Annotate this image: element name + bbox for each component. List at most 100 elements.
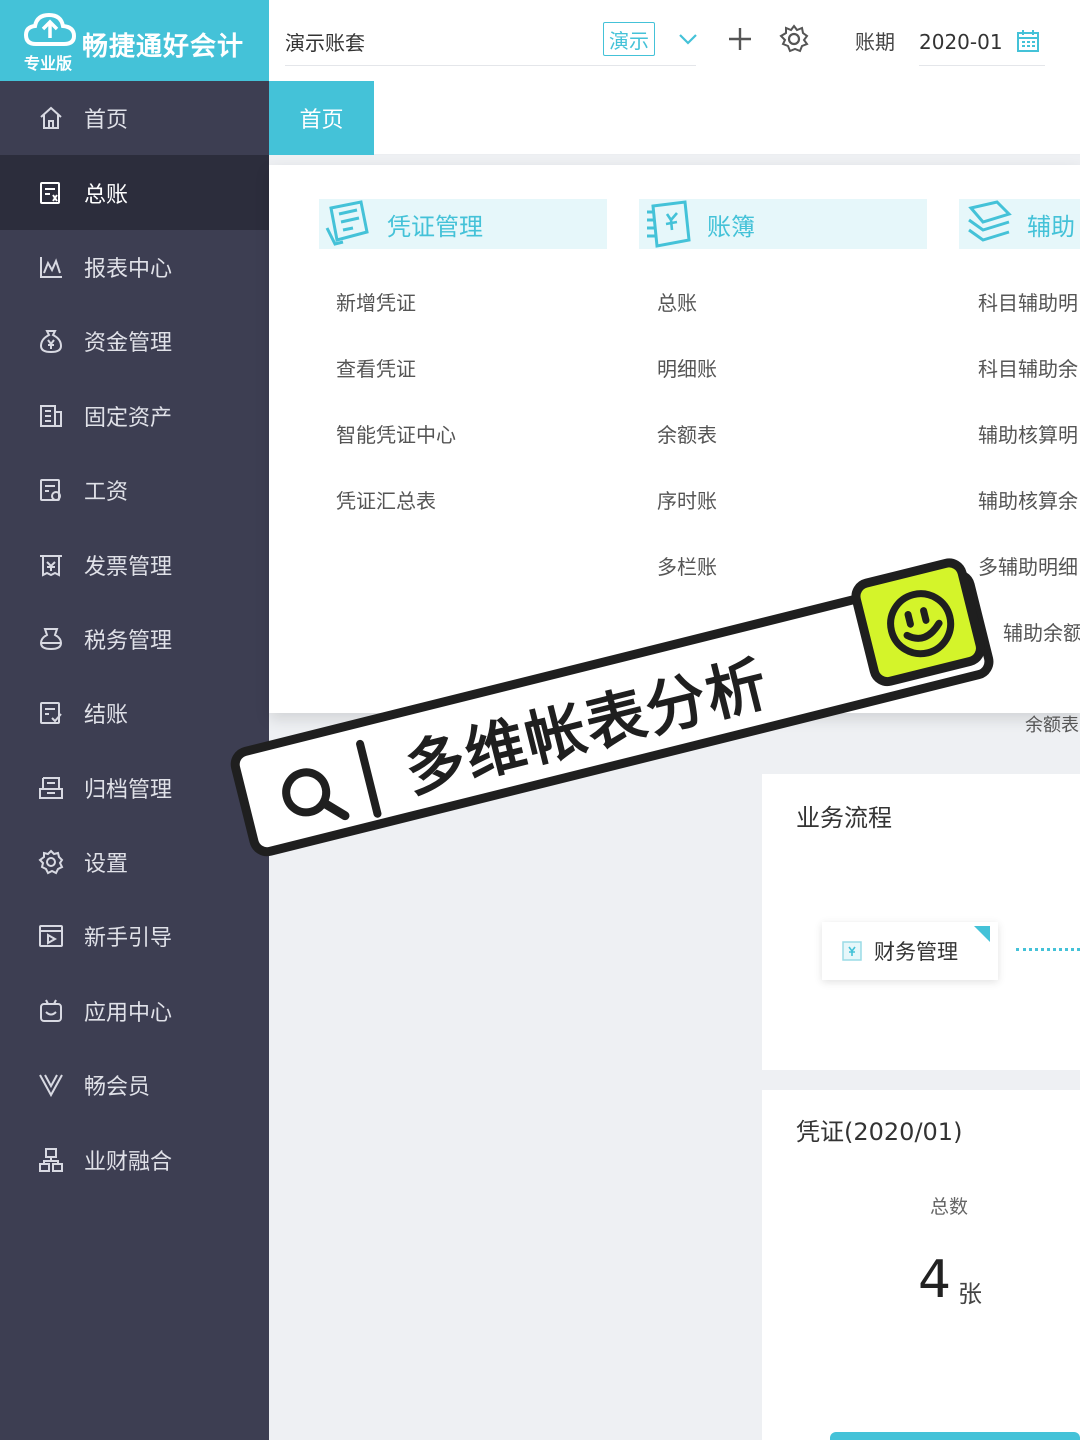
book-icon	[647, 200, 691, 248]
tab-bar: 首页	[269, 81, 1080, 155]
sidebar-item-label: 新手引导	[84, 926, 173, 952]
menu-item-balance-sheet[interactable]: 余额表	[657, 419, 717, 448]
sidebar-item-close-books[interactable]: 结账	[0, 676, 269, 750]
sidebar-item-tax[interactable]: 税务管理	[0, 602, 269, 676]
sidebar-item-label: 畅会员	[84, 1075, 151, 1101]
add-icon[interactable]	[723, 22, 757, 56]
menu-head-label: 凭证管理	[387, 212, 483, 241]
sidebar-item-label: 工资	[84, 480, 129, 506]
voucher-total-unit: 张	[958, 1280, 982, 1308]
tax-icon	[36, 624, 66, 654]
voucher-icon	[325, 200, 369, 246]
voucher-action-bar[interactable]	[830, 1432, 1080, 1440]
menu-item-aux-calc-detail[interactable]: 辅助核算明	[978, 419, 1078, 448]
menu-head-voucher: 凭证管理	[319, 199, 607, 249]
tab-home[interactable]: 首页	[269, 81, 374, 155]
voucher-total-value: 4	[918, 1250, 952, 1310]
sidebar-item-invoices[interactable]: 发票管理	[0, 527, 269, 601]
sidebar-item-label: 报表中心	[84, 256, 173, 282]
flow-node-label: 财务管理	[874, 940, 958, 964]
app-logo[interactable]: 畅捷通好会计 专业版	[0, 0, 269, 81]
calendar-icon[interactable]	[1015, 28, 1041, 54]
period-value: 2020-01	[919, 29, 1003, 54]
period-label: 账期	[855, 30, 895, 54]
sidebar-item-home[interactable]: 首页	[0, 81, 269, 155]
menu-item-view-voucher[interactable]: 查看凭证	[336, 353, 416, 382]
sidebar: 畅捷通好会计 专业版 首页 总账 报表中心 资金管理 固定资产 工资 发票管理 …	[0, 0, 269, 1440]
banner-divider	[355, 739, 383, 819]
menu-head-auxiliary: 辅助	[959, 199, 1080, 249]
sidebar-item-label: 结账	[84, 703, 129, 729]
flow-node-finance[interactable]: 财务管理	[822, 922, 998, 980]
menu-item-journal[interactable]: 序时账	[657, 485, 717, 514]
sidebar-item-label: 设置	[84, 852, 129, 878]
menu-head-books: 账簿	[639, 199, 927, 249]
menu-col-voucher: 凭证管理	[319, 199, 607, 249]
demo-tag: 演示	[603, 22, 655, 56]
menu-item-new-voucher[interactable]: 新增凭证	[336, 287, 416, 316]
sidebar-item-label: 税务管理	[84, 628, 173, 654]
menu-col-auxiliary: 辅助	[959, 199, 1080, 249]
cloud-logo-icon	[23, 12, 77, 46]
sidebar-item-salary[interactable]: 工资	[0, 453, 269, 527]
app-icon	[36, 996, 66, 1026]
sidebar-item-funds[interactable]: 资金管理	[0, 304, 269, 378]
ledger-icon	[36, 178, 66, 208]
sidebar-item-guide[interactable]: 新手引导	[0, 899, 269, 973]
salary-icon	[36, 475, 66, 505]
sidebar-item-business-finance[interactable]: 业财融合	[0, 1122, 269, 1196]
menu-item-general-ledger[interactable]: 总账	[657, 287, 697, 316]
sidebar-item-label: 应用中心	[84, 1000, 173, 1026]
invoice-icon	[36, 550, 66, 580]
sidebar-item-label: 归档管理	[84, 777, 173, 803]
menu-col-books: 账簿	[639, 199, 927, 249]
search-icon	[282, 768, 350, 821]
sidebar-item-archive[interactable]: 归档管理	[0, 751, 269, 825]
sidebar-item-vip[interactable]: 畅会员	[0, 1048, 269, 1122]
menu-item-aux-balance[interactable]: 科目辅助余	[978, 353, 1078, 382]
menu-item-smart-voucher[interactable]: 智能凭证中心	[336, 419, 456, 448]
menu-item-aux-detail[interactable]: 科目辅助明	[978, 287, 1078, 316]
smiley-icon	[887, 590, 955, 658]
sidebar-item-settings[interactable]: 设置	[0, 825, 269, 899]
sidebar-item-label: 发票管理	[84, 554, 173, 580]
menu-item-aux-balance-2[interactable]: 辅助余额	[1003, 617, 1080, 646]
chevron-down-icon[interactable]	[677, 28, 699, 50]
sidebar-item-label: 总账	[84, 182, 129, 208]
menu-item-balance-table[interactable]: 余额表	[1025, 711, 1079, 737]
menu-item-voucher-summary[interactable]: 凭证汇总表	[336, 485, 436, 514]
business-flow-title: 业务流程	[796, 804, 892, 832]
menu-item-multi-column[interactable]: 多栏账	[657, 551, 717, 580]
money-bag-icon	[36, 326, 66, 356]
sidebar-item-app-center[interactable]: 应用中心	[0, 974, 269, 1048]
chart-icon	[36, 252, 66, 282]
menu-item-multi-aux-detail[interactable]: 多辅助明细	[978, 551, 1078, 580]
menu-item-aux-calc-balance[interactable]: 辅助核算余	[978, 485, 1078, 514]
edition-label: 专业版	[24, 54, 73, 73]
layers-icon	[968, 200, 1012, 242]
menu-head-label: 账簿	[707, 212, 755, 241]
archive-icon	[36, 773, 66, 803]
gear-icon	[36, 847, 66, 877]
play-icon	[36, 921, 66, 951]
sidebar-item-fixed-assets[interactable]: 固定资产	[0, 379, 269, 453]
account-book-select[interactable]: 演示账套 演示	[285, 18, 699, 66]
gear-icon[interactable]	[777, 22, 811, 56]
flow-connector	[1016, 948, 1080, 951]
menu-item-detail-ledger[interactable]: 明细账	[657, 353, 717, 382]
voucher-title: 凭证(2020/01)	[796, 1118, 963, 1146]
sidebar-item-reports[interactable]: 报表中心	[0, 230, 269, 304]
vip-icon	[36, 1070, 66, 1100]
close-books-icon	[36, 698, 66, 728]
top-bar: 演示账套 演示 账期 2020-01	[269, 0, 1080, 81]
finance-doc-icon	[842, 941, 862, 961]
brand-name: 畅捷通好会计	[82, 32, 245, 62]
sidebar-item-label: 固定资产	[84, 405, 173, 431]
org-icon	[36, 1145, 66, 1175]
flow-node-corner	[974, 926, 990, 942]
sidebar-item-ledger[interactable]: 总账	[0, 155, 269, 230]
home-icon	[36, 103, 66, 133]
sidebar-item-label: 资金管理	[84, 331, 173, 357]
period-picker[interactable]: 2020-01	[919, 18, 1045, 66]
menu-head-label: 辅助	[1027, 212, 1075, 241]
